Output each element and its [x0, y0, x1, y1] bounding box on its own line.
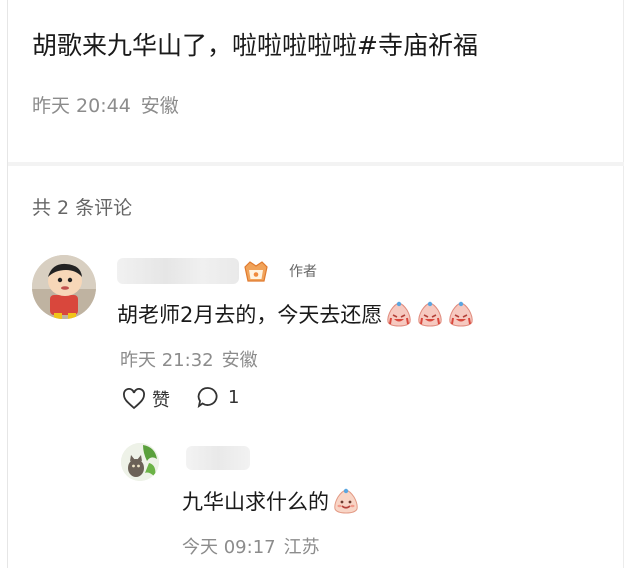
comment-text: 胡老师2月去的，今天去还愿 [117, 303, 383, 327]
reply-count: 1 [228, 386, 240, 408]
post-content: 胡歌来九华山了，啦啦啦啦啦#寺庙祈福 [32, 26, 478, 62]
comment-bubble-icon [197, 387, 218, 408]
author-tag: 作者 [289, 264, 317, 280]
crying-face-emoji-icon [387, 301, 412, 327]
replier-avatar[interactable] [121, 443, 159, 481]
post-meta: 昨天 20:44 安徽 [32, 91, 179, 118]
cat-avatar-icon [121, 443, 159, 481]
like-label: 赞 [152, 390, 170, 411]
comment-body: 胡老师2月去的，今天去还愿 [117, 299, 475, 329]
commenter-avatar[interactable] [32, 255, 96, 319]
comment-time: 昨天 21:32 [120, 350, 214, 371]
replier-name-redacted[interactable] [186, 446, 250, 470]
like-button[interactable]: 赞 [122, 386, 170, 412]
comment-count: 共 2 条评论 [32, 197, 133, 219]
crying-face-emoji-icon [418, 301, 443, 327]
reply-text: 九华山求什么的 [182, 490, 329, 514]
reply-time: 今天 09:17 [182, 537, 276, 558]
fan-badge-icon [242, 257, 270, 285]
left-border [7, 0, 8, 568]
post-time: 昨天 20:44 [32, 95, 131, 117]
comment-meta: 昨天 21:32 安徽 [120, 346, 258, 372]
reply-button[interactable]: 1 [196, 386, 239, 408]
reply-body: 九华山求什么的 [182, 486, 360, 516]
hashtag-link[interactable]: #寺庙祈福 [357, 31, 478, 60]
post-text: 胡歌来九华山了，啦啦啦啦啦 [32, 31, 358, 60]
heart-icon [123, 388, 145, 410]
cartoon-avatar-icon [32, 255, 96, 319]
reply-location: 江苏 [283, 537, 320, 558]
smiling-face-emoji-icon [334, 488, 358, 514]
post-location: 安徽 [140, 95, 179, 117]
section-divider [8, 162, 624, 166]
right-border [623, 0, 624, 568]
comment-location: 安徽 [221, 350, 258, 371]
commenter-name-redacted[interactable] [117, 258, 239, 284]
reply-meta: 今天 09:17 江苏 [182, 533, 320, 559]
crying-face-emoji-icon [449, 301, 474, 327]
